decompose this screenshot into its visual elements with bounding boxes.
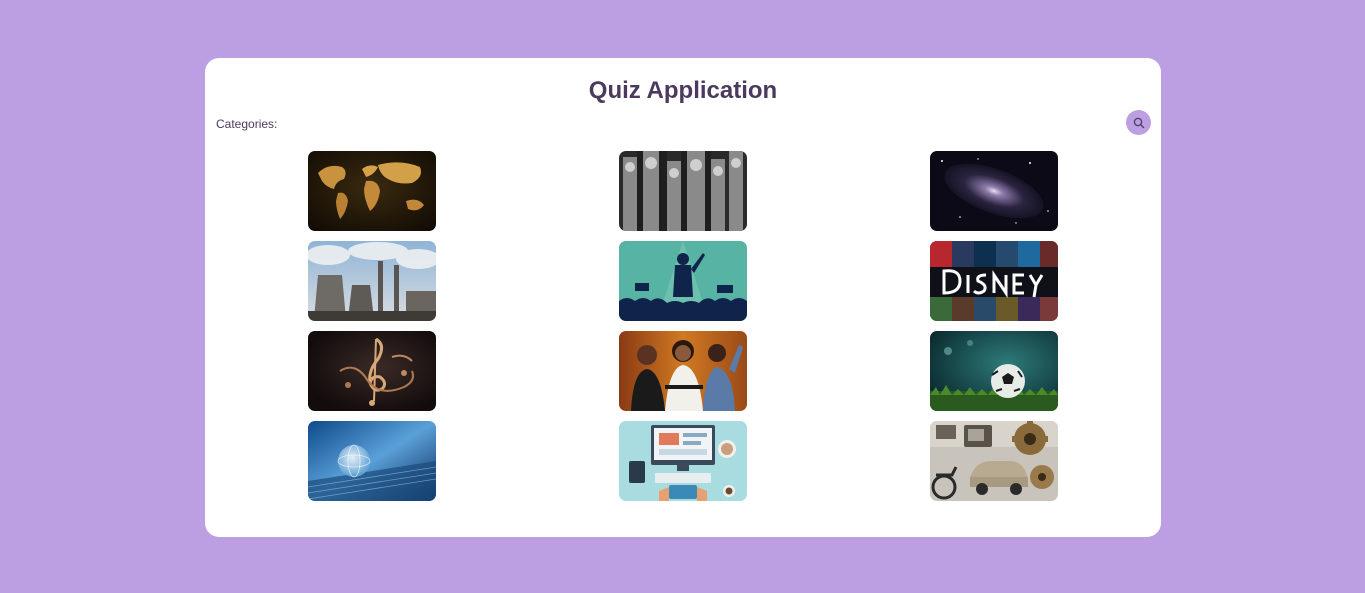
digital-globe-image: [308, 421, 436, 501]
page-title: Quiz Application: [588, 77, 778, 104]
category-tile-computers[interactable]: [619, 421, 747, 501]
category-tile-space[interactable]: [930, 151, 1058, 231]
vintage-machines-image: [930, 421, 1058, 501]
category-tile-music[interactable]: [308, 331, 436, 411]
ancient-statues-image: [619, 151, 747, 231]
category-tile-history[interactable]: [619, 151, 747, 231]
celebrities-image: [619, 331, 747, 411]
computer-desk-image: [619, 421, 747, 501]
soccer-ball-image: [930, 331, 1058, 411]
category-tile-technology[interactable]: [308, 421, 436, 501]
power-plant-image: [308, 241, 436, 321]
category-tile-sports[interactable]: [930, 331, 1058, 411]
categories-label: Categories:: [216, 117, 278, 131]
category-tile-environment[interactable]: [308, 241, 436, 321]
galaxy-image: [930, 151, 1058, 231]
world-map-image: [308, 151, 436, 231]
quiz-card: Quiz Application Categories:: [205, 58, 1161, 537]
disney-movies-image: [930, 241, 1058, 321]
category-tile-celebrities[interactable]: [619, 331, 747, 411]
search-icon: [1133, 117, 1144, 128]
speaker-crowd-image: [619, 241, 747, 321]
treble-clef-image: [308, 331, 436, 411]
category-tile-geography[interactable]: [308, 151, 436, 231]
category-tile-politics[interactable]: [619, 241, 747, 321]
search-button[interactable]: [1126, 110, 1151, 135]
category-tile-movies[interactable]: [930, 241, 1058, 321]
category-tile-inventions[interactable]: [930, 421, 1058, 501]
